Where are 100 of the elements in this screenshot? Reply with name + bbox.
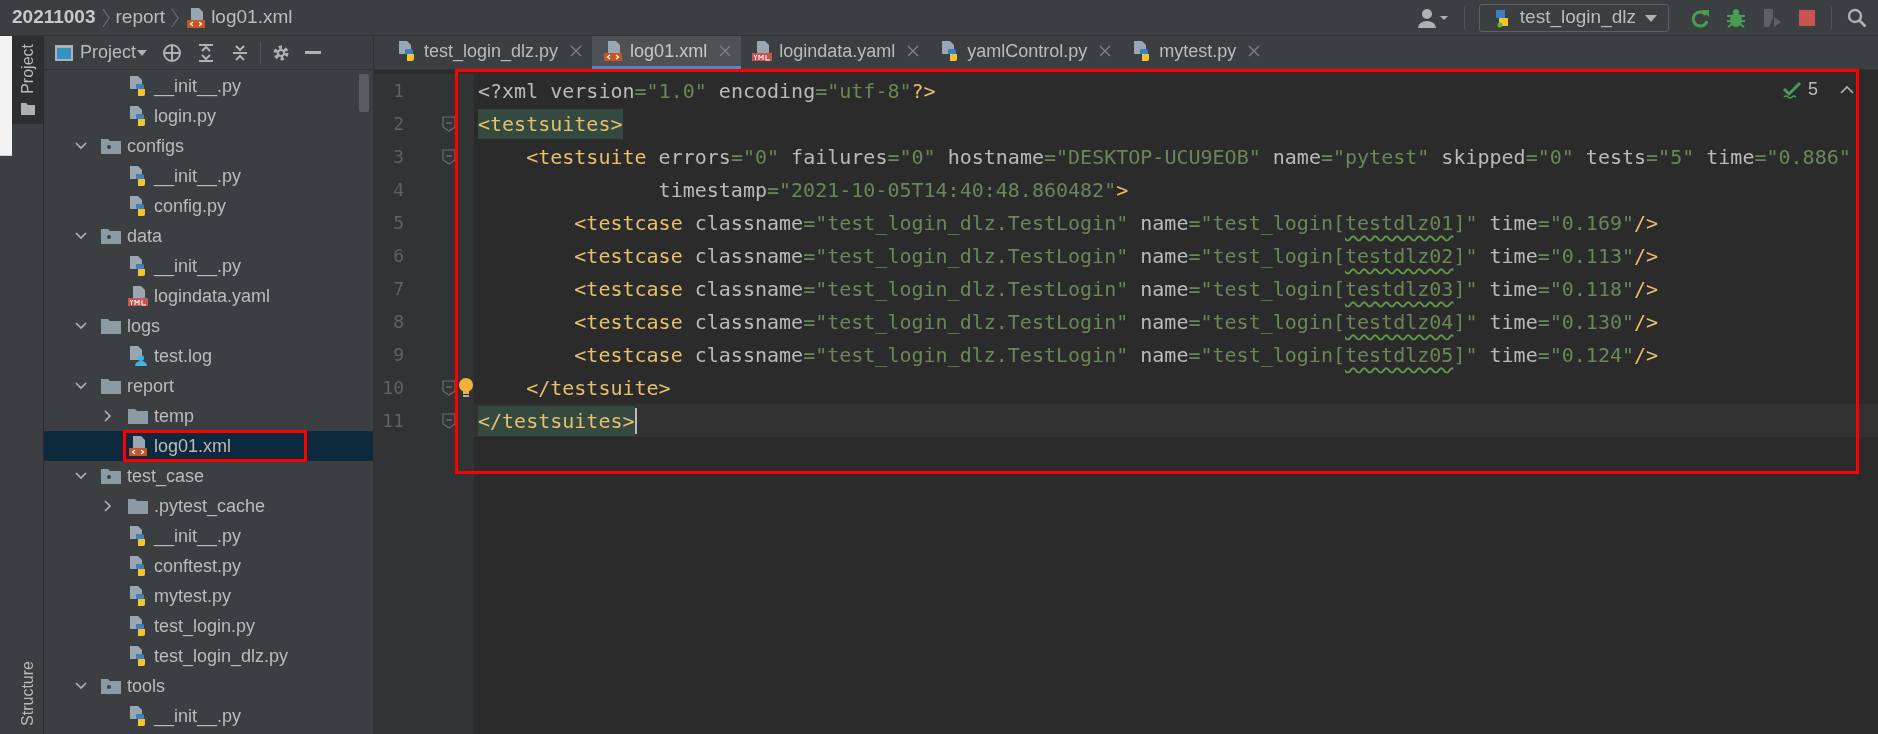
code-line: <testsuite errors="0" failures="0" hostname="DESKTOP-UCU9EOB" name="pytest" skipped="0" tests="5" time="0.886": [525, 143, 1851, 171]
project-view-dropdown[interactable]: Project: [80, 39, 149, 66]
tree-item[interactable]: test_login_dlz.py: [44, 641, 373, 671]
stop-icon[interactable]: [1797, 7, 1817, 28]
xml-file-icon: [602, 40, 625, 62]
package-folder-icon: [100, 137, 122, 155]
lightbulb-icon[interactable]: [458, 376, 474, 399]
log-file-icon: [127, 345, 149, 367]
folder-icon: [19, 101, 36, 116]
code-line: <?xml version="1.0" encoding="utf-8"?>: [478, 77, 936, 105]
inspection-count[interactable]: 5: [1808, 76, 1818, 103]
person-icon[interactable]: [1415, 6, 1450, 29]
tree-item[interactable]: log01.xml: [44, 431, 373, 461]
tree-item[interactable]: configs: [44, 131, 373, 161]
item-label: config.py: [154, 194, 227, 218]
code-line: <testcase classname="test_login_dlz.TestLogin" name="test_login[testdlz05]" time="0.124"/>: [573, 341, 1659, 369]
breadcrumb-item[interactable]: log01.xml: [211, 3, 293, 32]
item-label: test_login.py: [154, 614, 256, 639]
package-folder-icon: [100, 677, 122, 695]
fold-icon[interactable]: [442, 148, 456, 165]
fold-icon[interactable]: [442, 379, 456, 396]
item-label: data: [127, 224, 163, 248]
tree-item[interactable]: tools: [44, 671, 373, 701]
tree-item[interactable]: logindata.yaml: [44, 281, 373, 311]
tool-window-tab[interactable]: Structure: [12, 653, 43, 734]
tree-item[interactable]: config.py: [44, 191, 373, 221]
tree-item[interactable]: conftest.py: [44, 551, 373, 581]
tree-item[interactable]: login.py: [44, 101, 373, 131]
tree-item[interactable]: mytest.py: [44, 581, 373, 611]
tree-item[interactable]: .pytest_cache: [44, 491, 373, 521]
yaml-file-icon: [127, 285, 149, 307]
editor-tab[interactable]: yamlControl.py: [929, 36, 1122, 69]
fold-icon[interactable]: [442, 115, 456, 132]
yaml-file-icon: [751, 40, 774, 62]
item-label: report: [127, 374, 175, 398]
check-icon[interactable]: [1782, 79, 1802, 100]
xml-file-icon: [127, 435, 149, 457]
code-line: timestamp="2021-10-05T14:40:48.860482">: [657, 176, 1129, 204]
folder-icon: [127, 497, 149, 515]
tree-item[interactable]: logs: [44, 311, 373, 341]
editor-tab[interactable]: logindata.yaml: [741, 36, 930, 69]
tree-item[interactable]: __init__.py: [44, 251, 373, 281]
item-label: test_case: [127, 464, 205, 489]
text-caret: [634, 407, 637, 434]
chevron-up-icon[interactable]: [1840, 84, 1854, 95]
item-label: .pytest_cache: [154, 494, 266, 519]
chevron-separator-icon: [171, 7, 180, 28]
close-icon[interactable]: [1248, 45, 1261, 57]
folder-icon: [100, 317, 122, 335]
tree-item[interactable]: test_case: [44, 461, 373, 491]
tree-item[interactable]: report: [44, 371, 373, 401]
code-line: </testsuite>: [525, 374, 671, 402]
code-line: <testcase classname="test_login_dlz.TestLogin" name="test_login[testdlz02]" time="0.113"/>: [573, 242, 1659, 270]
folder-icon: [100, 377, 122, 395]
close-icon[interactable]: [1099, 45, 1112, 57]
fold-icon[interactable]: [442, 412, 456, 429]
editor-tab[interactable]: log01.xml: [592, 36, 742, 69]
folder-icon: [127, 407, 149, 425]
item-label: __init__.py: [154, 74, 242, 99]
close-icon[interactable]: [907, 45, 920, 57]
package-folder-icon: [100, 227, 122, 245]
item-label: logindata.yaml: [154, 284, 271, 308]
item-label: log01.xml: [154, 434, 232, 458]
run-configuration-dropdown[interactable]: test_login_dlz: [1478, 3, 1669, 32]
item-label: logs: [127, 314, 161, 338]
item-label: configs: [127, 134, 185, 158]
editor-tab[interactable]: test_login_dlz.py: [386, 36, 593, 69]
close-icon[interactable]: [570, 45, 583, 57]
item-label: conftest.py: [154, 554, 242, 578]
item-label: __init__.py: [154, 164, 242, 189]
minimize-icon[interactable]: [305, 50, 322, 55]
scrollbar-thumb[interactable]: [359, 74, 369, 112]
tree-item[interactable]: __init__.py: [44, 71, 373, 101]
item-label: login.py: [154, 104, 217, 128]
breadcrumb-item[interactable]: report: [115, 3, 166, 32]
search-icon[interactable]: [1846, 6, 1868, 29]
tree-item[interactable]: data: [44, 221, 373, 251]
tree-item[interactable]: test.log: [44, 341, 373, 371]
tree-item[interactable]: test_login.py: [44, 611, 373, 641]
tool-window-tab[interactable]: Project: [12, 36, 43, 124]
item-label: tools: [127, 674, 166, 698]
item-label: test.log: [154, 344, 213, 368]
breadcrumb-item[interactable]: 20211003: [12, 3, 96, 32]
caret-icon: [1644, 12, 1658, 23]
item-label: __init__.py: [154, 254, 242, 279]
bug-icon[interactable]: [1725, 6, 1747, 29]
caret-icon: [136, 48, 149, 57]
code-line: <testcase classname="test_login_dlz.TestLogin" name="test_login[testdlz03]" time="0.118"/>: [573, 275, 1659, 303]
code-line: <testcase classname="test_login_dlz.TestLogin" name="test_login[testdlz04]" time="0.130"/>: [573, 308, 1659, 336]
tree-item[interactable]: __init__.py: [44, 701, 373, 731]
item-label: __init__.py: [154, 524, 242, 549]
tree-item[interactable]: temp: [44, 401, 373, 431]
item-label: mytest.py: [154, 584, 232, 608]
code-line: <testcase classname="test_login_dlz.TestLogin" name="test_login[testdlz01]" time="0.169"/>: [573, 209, 1659, 237]
item-label: temp: [154, 404, 195, 428]
editor-tab[interactable]: mytest.py: [1121, 36, 1271, 69]
tree-item[interactable]: __init__.py: [44, 521, 373, 551]
tree-item[interactable]: __init__.py: [44, 161, 373, 191]
item-label: test_login_dlz.py: [154, 644, 289, 669]
crosshair-icon[interactable]: [162, 42, 183, 63]
